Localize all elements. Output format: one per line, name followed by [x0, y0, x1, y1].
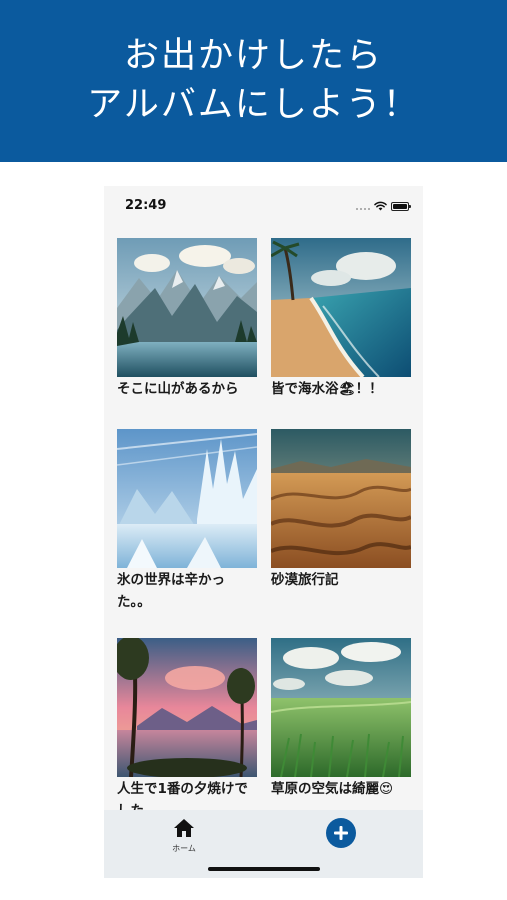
sunset-image [117, 638, 257, 777]
album-card[interactable]: 砂漠旅行記 [271, 429, 411, 591]
beach-image [271, 238, 411, 377]
home-icon [174, 819, 194, 837]
album-card[interactable]: 皆で海水浴🏖！！ [271, 238, 411, 400]
album-caption: そこに山があるから [117, 381, 239, 397]
battery-icon [391, 202, 411, 211]
album-card[interactable]: 人生で1番の夕焼けでした [117, 638, 257, 810]
home-indicator[interactable] [208, 867, 320, 871]
album-caption: 人生で1番の夕焼けでした [117, 781, 248, 810]
banner-headline-line2: アルバムにしよう！ [87, 85, 420, 125]
phone-screen: 22:49 そこに山があるから 皆で海水浴🏖！！ 氷の世界は辛かった。。 砂漠旅… [104, 186, 423, 878]
album-caption: 砂漠旅行記 [271, 572, 339, 588]
album-card[interactable]: 氷の世界は辛かった。。 [117, 429, 257, 613]
mountain-lake-image [117, 238, 257, 377]
status-time: 22:49 [125, 198, 167, 213]
banner-headline-line1: お出かけしたら [123, 36, 383, 76]
add-album-button[interactable] [326, 818, 356, 848]
tab-bar: ホーム [104, 810, 423, 878]
tab-home[interactable]: ホーム [160, 818, 208, 854]
album-card[interactable]: 草原の空気は綺麗😍 [271, 638, 411, 800]
tab-home-label: ホーム [172, 844, 196, 853]
desert-image [271, 429, 411, 568]
status-bar: 22:49 [104, 186, 423, 226]
album-caption: 氷の世界は辛かった。。 [117, 572, 225, 610]
grassland-image [271, 638, 411, 777]
plus-icon [334, 826, 348, 840]
album-card[interactable]: そこに山があるから [117, 238, 257, 400]
album-caption: 皆で海水浴🏖！！ [271, 381, 383, 397]
wifi-icon [374, 201, 387, 211]
ice-world-image [117, 429, 257, 568]
signal-icon [356, 208, 370, 210]
promo-banner: お出かけしたら アルバムにしよう！ [0, 0, 507, 162]
album-caption: 草原の空気は綺麗😍 [271, 781, 394, 797]
album-grid: そこに山があるから 皆で海水浴🏖！！ 氷の世界は辛かった。。 砂漠旅行記 人生で… [117, 238, 411, 810]
